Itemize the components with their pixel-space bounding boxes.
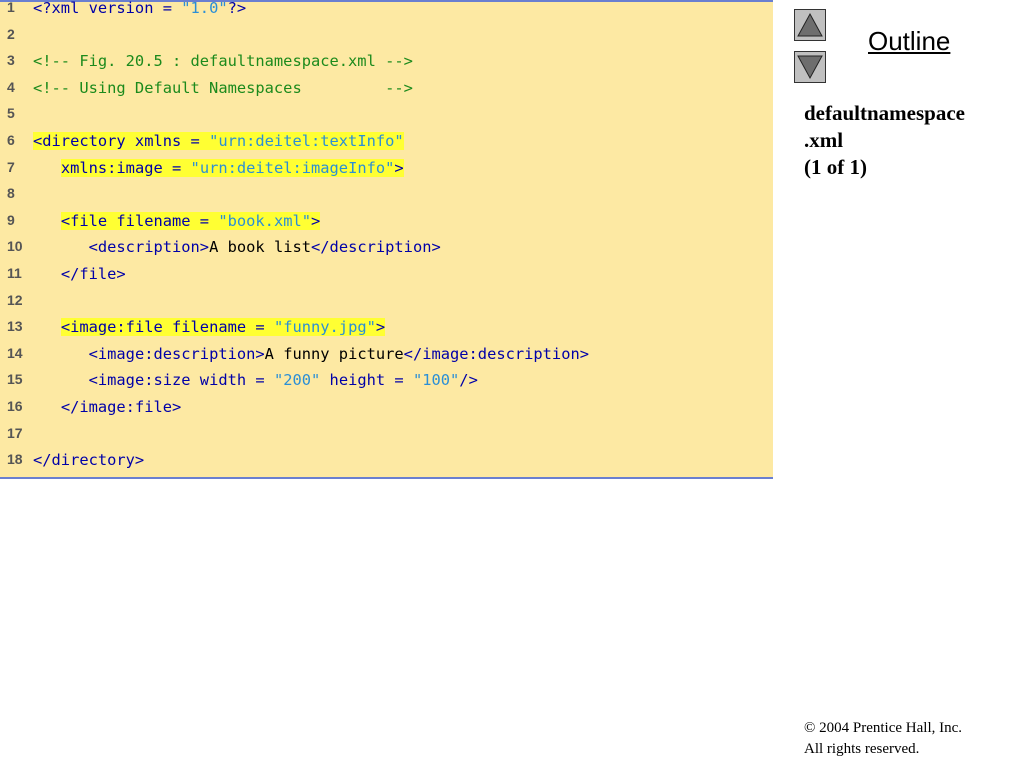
- code-content: <!-- Fig. 20.5 : defaultnamespace.xml --…: [33, 52, 413, 70]
- line-number: 17: [7, 424, 23, 441]
- code-text: <image:file filename = "funny.jpg">: [33, 318, 386, 337]
- code-content: </directory>: [33, 451, 144, 469]
- highlighted-code: xmlns:image = "urn:deitel:imageInfo">: [60, 158, 404, 177]
- token-str: "funny.jpg": [273, 318, 376, 337]
- token-tag: ?>: [227, 0, 247, 17]
- line-number: 7: [7, 158, 15, 175]
- code-content: </image:file>: [61, 398, 181, 416]
- token-com: <!-- Using Default Namespaces -->: [33, 78, 413, 97]
- page-indicator: (1 of 1): [804, 155, 867, 179]
- copyright-text: © 2004 Prentice Hall, Inc.: [804, 720, 963, 736]
- token-str: "200": [273, 371, 321, 390]
- line-number: 10: [7, 238, 23, 255]
- token-tag: >: [394, 158, 404, 177]
- token-tag: </directory>: [33, 451, 145, 470]
- code-text: xmlns:image = "urn:deitel:imageInfo">: [33, 158, 404, 177]
- triangle-down-icon: [797, 55, 823, 80]
- line-number: 11: [7, 265, 22, 281]
- triangle-up-icon: [797, 12, 823, 37]
- code-listing: 1 <?xml version = "1.0"?> 2 3 <!-- Fig. 20.5…: [0, 0, 773, 479]
- token-txt: A funny picture: [264, 344, 404, 363]
- token-tag: </description>: [311, 238, 441, 257]
- token-txt: A book list: [209, 238, 312, 257]
- code-text: <?xml version = "1.0"?>: [33, 0, 246, 17]
- line-number: 2: [7, 25, 15, 42]
- token-str: "urn:deitel:imageInfo": [190, 158, 395, 177]
- code-text: <directory xmlns = "urn:deitel:textInfo": [33, 132, 404, 150]
- token-str: "1.0": [181, 0, 228, 17]
- line-number: 13: [7, 318, 23, 335]
- token-tag: />: [459, 371, 478, 390]
- token-str: "urn:deitel:textInfo": [209, 132, 404, 150]
- previous-slide-button[interactable]: [794, 9, 826, 41]
- outline-link[interactable]: Outline: [868, 26, 950, 57]
- code-text: </directory>: [33, 451, 144, 469]
- code-text: </file>: [33, 265, 126, 283]
- code-text: <file filename = "book.xml">: [33, 211, 321, 230]
- code-text: <!-- Using Default Namespaces -->: [33, 79, 413, 97]
- highlighted-code: <file filename = "book.xml">: [60, 211, 321, 230]
- line-number: 1: [7, 0, 15, 15]
- token-tag: >: [375, 318, 386, 337]
- token-tag: </image:file>: [60, 398, 182, 416]
- token-tag: <description>: [88, 238, 210, 257]
- token-tag: xmlns:image =: [60, 158, 191, 177]
- code-content: <?xml version = "1.0"?>: [33, 0, 246, 17]
- code-text: <!-- Fig. 20.5 : defaultnamespace.xml --…: [33, 52, 413, 70]
- code-text: <description>A book list</description>: [33, 238, 441, 256]
- file-label: defaultnamespace .xml (1 of 1): [804, 100, 965, 181]
- code-content: <image:size width = "200" height = "100"…: [89, 371, 478, 389]
- next-slide-button[interactable]: [794, 51, 826, 83]
- code-content: <!-- Using Default Namespaces -->: [33, 79, 413, 97]
- token-tag: <file filename =: [60, 211, 219, 230]
- code-text: <image:description>A funny picture</imag…: [33, 345, 589, 363]
- token-tag: <?xml version =: [33, 0, 182, 17]
- line-number: 18: [7, 451, 23, 468]
- token-tag: height =: [320, 371, 413, 390]
- line-number: 9: [7, 211, 15, 228]
- token-com: <!-- Fig. 20.5 : defaultnamespace.xml --…: [33, 52, 413, 71]
- line-number: 8: [7, 185, 15, 202]
- highlighted-code: <image:file filename = "funny.jpg">: [60, 318, 386, 337]
- token-tag: <image:description>: [88, 344, 265, 363]
- token-tag: </image:description>: [403, 344, 589, 363]
- file-extension: .xml: [804, 128, 844, 152]
- code-content: <image:description>A funny picture</imag…: [89, 345, 589, 363]
- token-tag: <image:file filename =: [60, 318, 274, 337]
- file-name: defaultnamespace: [804, 101, 965, 125]
- highlighted-code: <directory xmlns = "urn:deitel:textInfo": [33, 132, 404, 150]
- line-number: 15: [7, 371, 23, 388]
- line-number: 6: [7, 132, 15, 148]
- rights-text: All rights reserved.: [804, 741, 920, 757]
- token-tag: </file>: [60, 265, 126, 283]
- token-tag: <directory xmlns =: [33, 132, 210, 150]
- code-content: </file>: [61, 265, 126, 283]
- line-number: 4: [7, 78, 15, 95]
- token-str: "book.xml": [218, 211, 312, 230]
- line-number: 3: [7, 52, 15, 69]
- code-content: <description>A book list</description>: [89, 238, 441, 256]
- line-number: 5: [7, 105, 15, 122]
- token-tag: >: [311, 211, 321, 230]
- token-tag: <image:size width =: [88, 371, 274, 390]
- line-number: 12: [7, 291, 23, 308]
- line-number: 16: [7, 398, 23, 414]
- code-text: </image:file>: [33, 398, 181, 416]
- copyright-footer: © 2004 Prentice Hall, Inc. All rights re…: [804, 718, 962, 760]
- token-str: "100": [412, 371, 460, 390]
- line-number: 14: [7, 344, 23, 361]
- code-text: <image:size width = "200" height = "100"…: [33, 371, 478, 389]
